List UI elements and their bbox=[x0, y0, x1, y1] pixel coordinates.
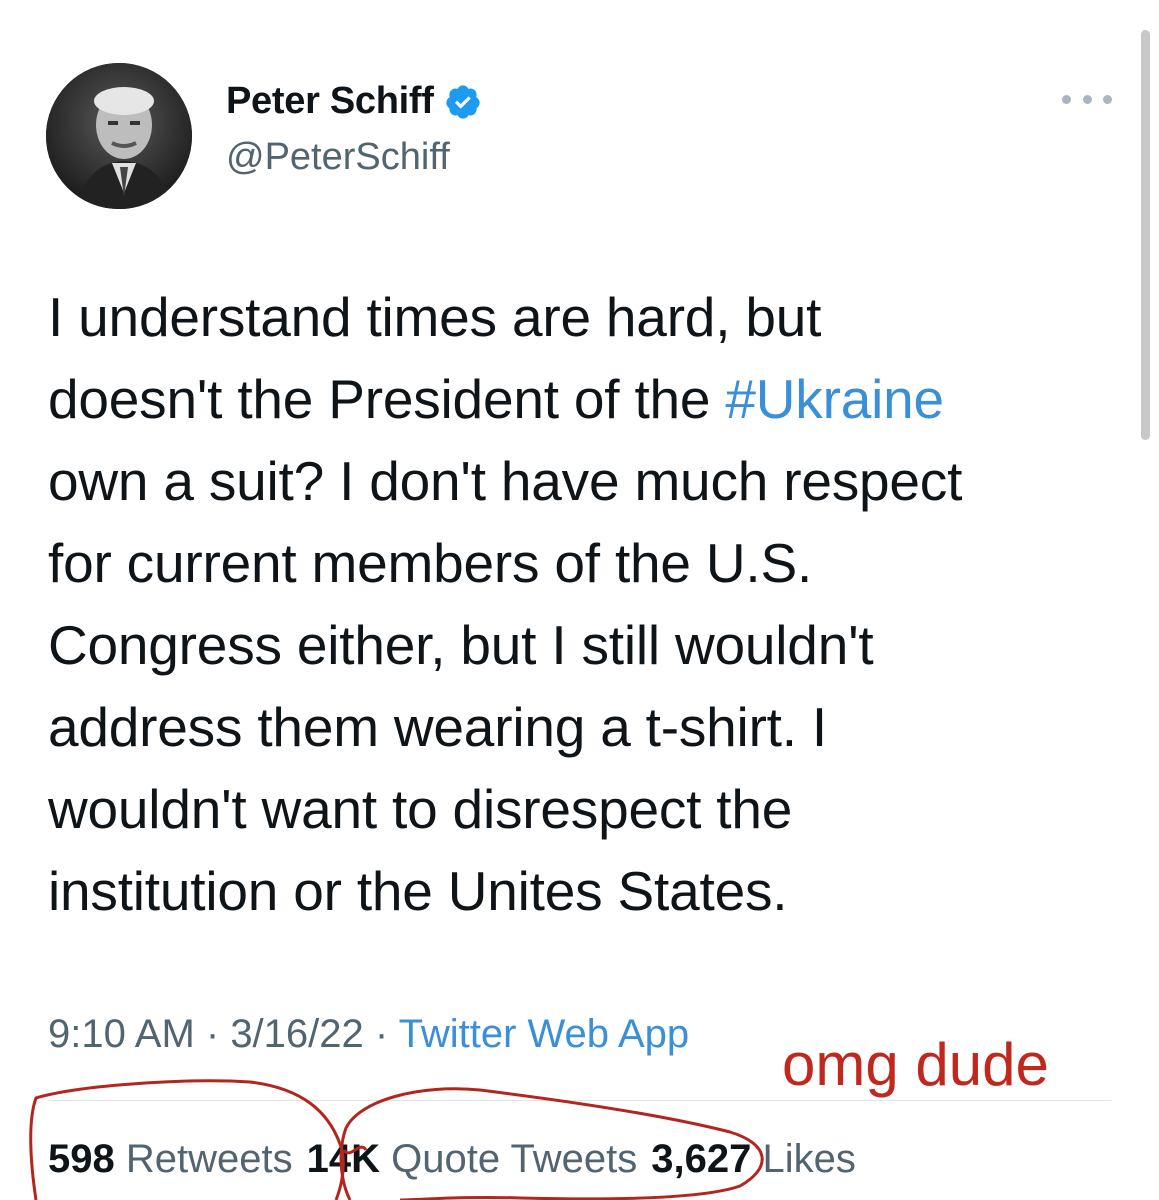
tweet-source-link[interactable]: Twitter Web App bbox=[399, 1012, 690, 1056]
tweet-line-text: doesn't the President of the bbox=[48, 368, 726, 430]
tweet-line: institution or the Unites States. bbox=[48, 860, 788, 922]
tweet-line: address them wearing a t-shirt. I bbox=[48, 696, 828, 758]
more-dot bbox=[1103, 94, 1112, 104]
avatar[interactable] bbox=[46, 63, 192, 209]
divider bbox=[48, 1100, 1111, 1101]
quote-tweets-label: Quote Tweets bbox=[391, 1137, 638, 1181]
retweets-stat[interactable]: 598 Retweets bbox=[48, 1137, 293, 1181]
quote-tweets-stat[interactable]: 14K Quote Tweets bbox=[307, 1137, 638, 1181]
tweet-line: Congress either, but I still wouldn't bbox=[48, 614, 874, 676]
tweet-meta: 9:10 AM · 3/16/22 · Twitter Web App bbox=[48, 1012, 689, 1057]
likes-label: Likes bbox=[762, 1137, 856, 1181]
tweet-line: wouldn't want to disrespect the bbox=[48, 778, 793, 840]
tweet-line: I understand times are hard, but bbox=[48, 286, 822, 348]
display-name[interactable]: Peter Schiff bbox=[226, 80, 434, 123]
tweet-date[interactable]: 3/16/22 bbox=[230, 1012, 363, 1056]
verified-badge-icon bbox=[444, 83, 482, 121]
hashtag-link[interactable]: #Ukraine bbox=[725, 368, 944, 430]
author-handle[interactable]: @PeterSchiff bbox=[226, 136, 450, 179]
meta-separator: · bbox=[363, 1012, 399, 1056]
tweet-line: for current members of the U.S. bbox=[48, 532, 813, 594]
more-dot bbox=[1082, 94, 1092, 104]
more-dot bbox=[1062, 94, 1071, 104]
retweets-count: 598 bbox=[48, 1137, 115, 1181]
retweets-label: Retweets bbox=[125, 1137, 293, 1181]
author-name-row[interactable]: Peter Schiff bbox=[226, 80, 482, 123]
annotation-text: omg dude bbox=[782, 1031, 1049, 1098]
avatar-photo-icon bbox=[46, 63, 192, 209]
tweet-line: own a suit? I don't have much respect bbox=[48, 450, 963, 512]
likes-stat[interactable]: 3,627 Likes bbox=[651, 1137, 856, 1181]
tweet-card: Peter Schiff @PeterSchiff I understand t… bbox=[0, 0, 1159, 1200]
tweet-text: I understand times are hard, but doesn't… bbox=[48, 276, 1138, 932]
likes-count: 3,627 bbox=[651, 1137, 752, 1181]
tweet-time[interactable]: 9:10 AM bbox=[48, 1012, 195, 1056]
tweet-line: doesn't the President of the #Ukraine bbox=[48, 358, 1138, 440]
meta-separator: · bbox=[194, 1012, 231, 1056]
more-options-icon[interactable] bbox=[1062, 84, 1112, 114]
tweet-stats: 598 Retweets 14K Quote Tweets 3,627 Likes bbox=[48, 1137, 856, 1182]
quote-tweets-count: 14K bbox=[306, 1137, 381, 1181]
scrollbar[interactable] bbox=[1141, 30, 1150, 440]
